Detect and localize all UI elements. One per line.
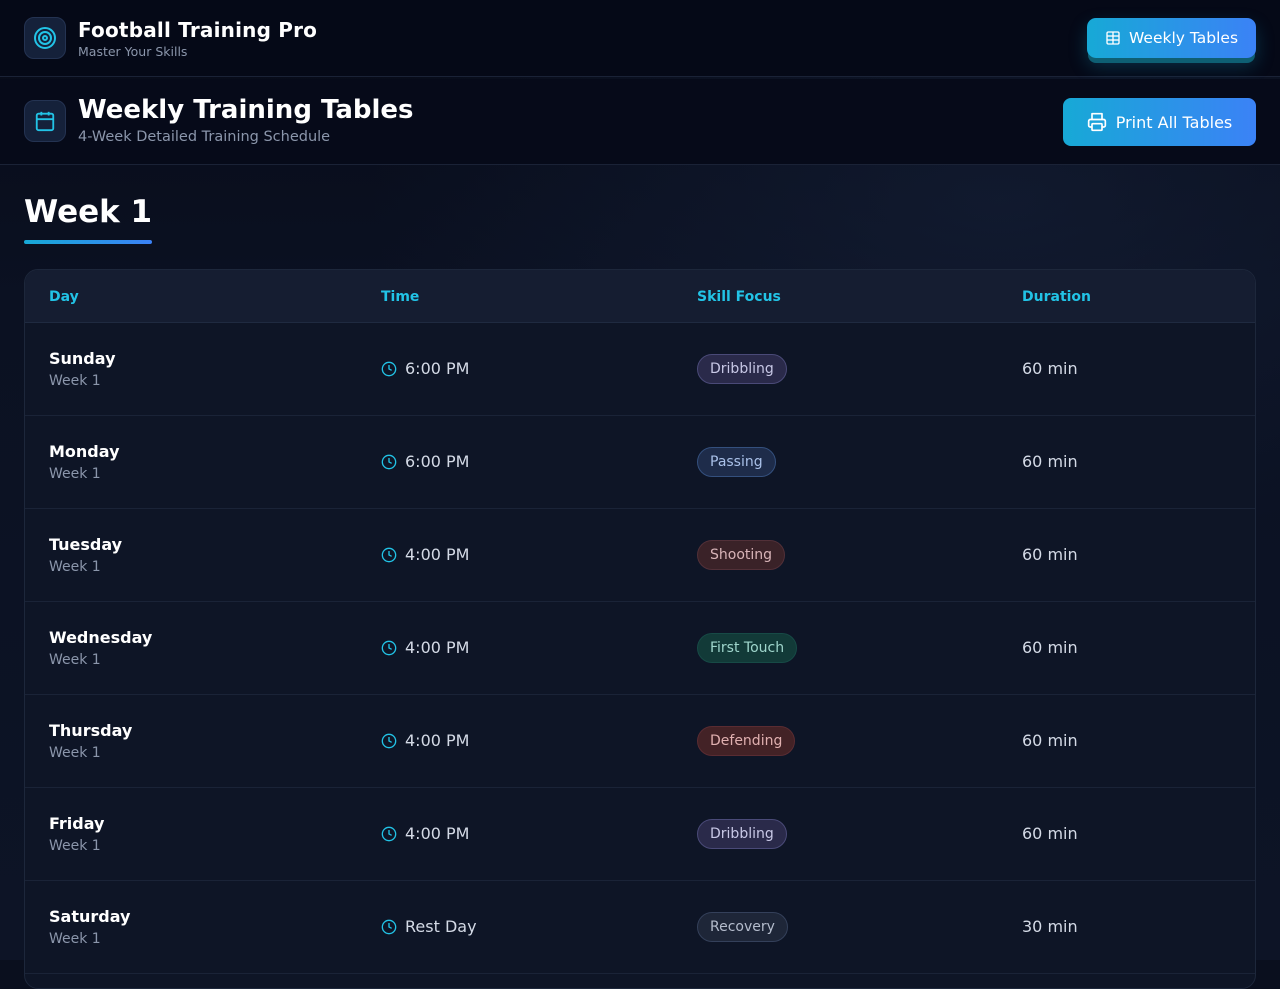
time-value: 4:00 PM [405, 824, 470, 843]
clock-icon [381, 919, 397, 935]
table-icon [1105, 30, 1121, 46]
weekly-tables-label: Weekly Tables [1128, 29, 1239, 47]
column-header-time: Time [381, 289, 420, 305]
app-header: Football Training Pro Master Your Skills… [0, 0, 1280, 77]
duration-value: 60 min [1022, 452, 1078, 471]
column-header-day: Day [49, 289, 79, 305]
clock-icon [381, 733, 397, 749]
clock-icon [381, 826, 397, 842]
time-value: Rest Day [405, 917, 477, 936]
table-row: Sunday Week 1 6:00 PM Dribbling 60 min [25, 323, 1255, 416]
app-subtitle: Master Your Skills [78, 44, 188, 59]
skill-badge: Dribbling [697, 819, 787, 849]
day-name: Saturday [49, 907, 131, 926]
week-title: Week 1 [24, 194, 153, 230]
time-value: 4:00 PM [405, 731, 470, 750]
duration-value: 30 min [1022, 917, 1078, 936]
time-cell: 6:00 PM [381, 359, 469, 378]
duration-value: 60 min [1022, 731, 1078, 750]
app-title: Football Training Pro [78, 18, 318, 42]
day-week-label: Week 1 [49, 559, 101, 575]
duration-value: 60 min [1022, 545, 1078, 564]
duration-value: 60 min [1022, 359, 1078, 378]
duration-value: 60 min [1022, 824, 1078, 843]
skill-badge: First Touch [697, 633, 798, 663]
skill-badge: Shooting [697, 540, 786, 570]
weekly-tables-button[interactable]: Weekly Tables [1087, 18, 1256, 58]
table-row: Wednesday Week 1 4:00 PM First Touch 60 min [25, 602, 1255, 695]
time-value: 6:00 PM [405, 359, 470, 378]
time-value: 4:00 PM [405, 545, 470, 564]
time-cell: 4:00 PM [381, 731, 469, 750]
column-header-skill-focus: Skill Focus [697, 289, 781, 305]
time-cell: Rest Day [381, 917, 477, 936]
table-row: Friday Week 1 4:00 PM Dribbling 60 min [25, 788, 1255, 881]
time-cell: 4:00 PM [381, 545, 469, 564]
calendar-icon [24, 100, 66, 142]
page-header: Weekly Training Tables 4-Week Detailed T… [0, 79, 1280, 165]
printer-icon [1087, 112, 1107, 132]
skill-badge: Defending [697, 726, 796, 756]
day-week-label: Week 1 [49, 745, 101, 761]
clock-icon [381, 361, 397, 377]
column-header-duration: Duration [1022, 289, 1092, 305]
duration-value: 60 min [1022, 638, 1078, 657]
time-cell: 4:00 PM [381, 824, 469, 843]
page-title: Weekly Training Tables [78, 95, 414, 125]
day-name: Friday [49, 814, 105, 833]
day-name: Tuesday [49, 535, 123, 554]
day-name: Thursday [49, 721, 133, 740]
time-value: 4:00 PM [405, 638, 470, 657]
table-row: Saturday Week 1 Rest Day Recovery 30 min [25, 881, 1255, 974]
clock-icon [381, 640, 397, 656]
skill-badge: Recovery [697, 912, 788, 942]
clock-icon [381, 454, 397, 470]
skill-badge: Dribbling [697, 354, 787, 384]
day-week-label: Week 1 [49, 466, 101, 482]
time-value: 6:00 PM [405, 452, 470, 471]
training-table: Day Time Skill Focus Duration Sunday Week… [24, 269, 1256, 989]
clock-icon [381, 547, 397, 563]
table-header: Day Time Skill Focus Duration [25, 270, 1255, 323]
day-name: Sunday [49, 349, 116, 368]
day-week-label: Week 1 [49, 373, 101, 389]
skill-badge: Passing [697, 447, 776, 477]
print-all-tables-button[interactable]: Print All Tables [1063, 98, 1256, 146]
page-subtitle: 4-Week Detailed Training Schedule [78, 129, 331, 145]
table-row: Thursday Week 1 4:00 PM Defending 60 min [25, 695, 1255, 788]
day-week-label: Week 1 [49, 931, 101, 947]
day-name: Monday [49, 442, 120, 461]
table-row: Monday Week 1 6:00 PM Passing 60 min [25, 416, 1255, 509]
day-name: Wednesday [49, 628, 153, 647]
time-cell: 6:00 PM [381, 452, 469, 471]
table-row: Tuesday Week 1 4:00 PM Shooting 60 min [25, 509, 1255, 602]
week-title-underline [24, 240, 152, 244]
print-all-tables-label: Print All Tables [1115, 112, 1233, 132]
target-icon [24, 17, 66, 59]
day-week-label: Week 1 [49, 652, 101, 668]
day-week-label: Week 1 [49, 838, 101, 854]
time-cell: 4:00 PM [381, 638, 469, 657]
